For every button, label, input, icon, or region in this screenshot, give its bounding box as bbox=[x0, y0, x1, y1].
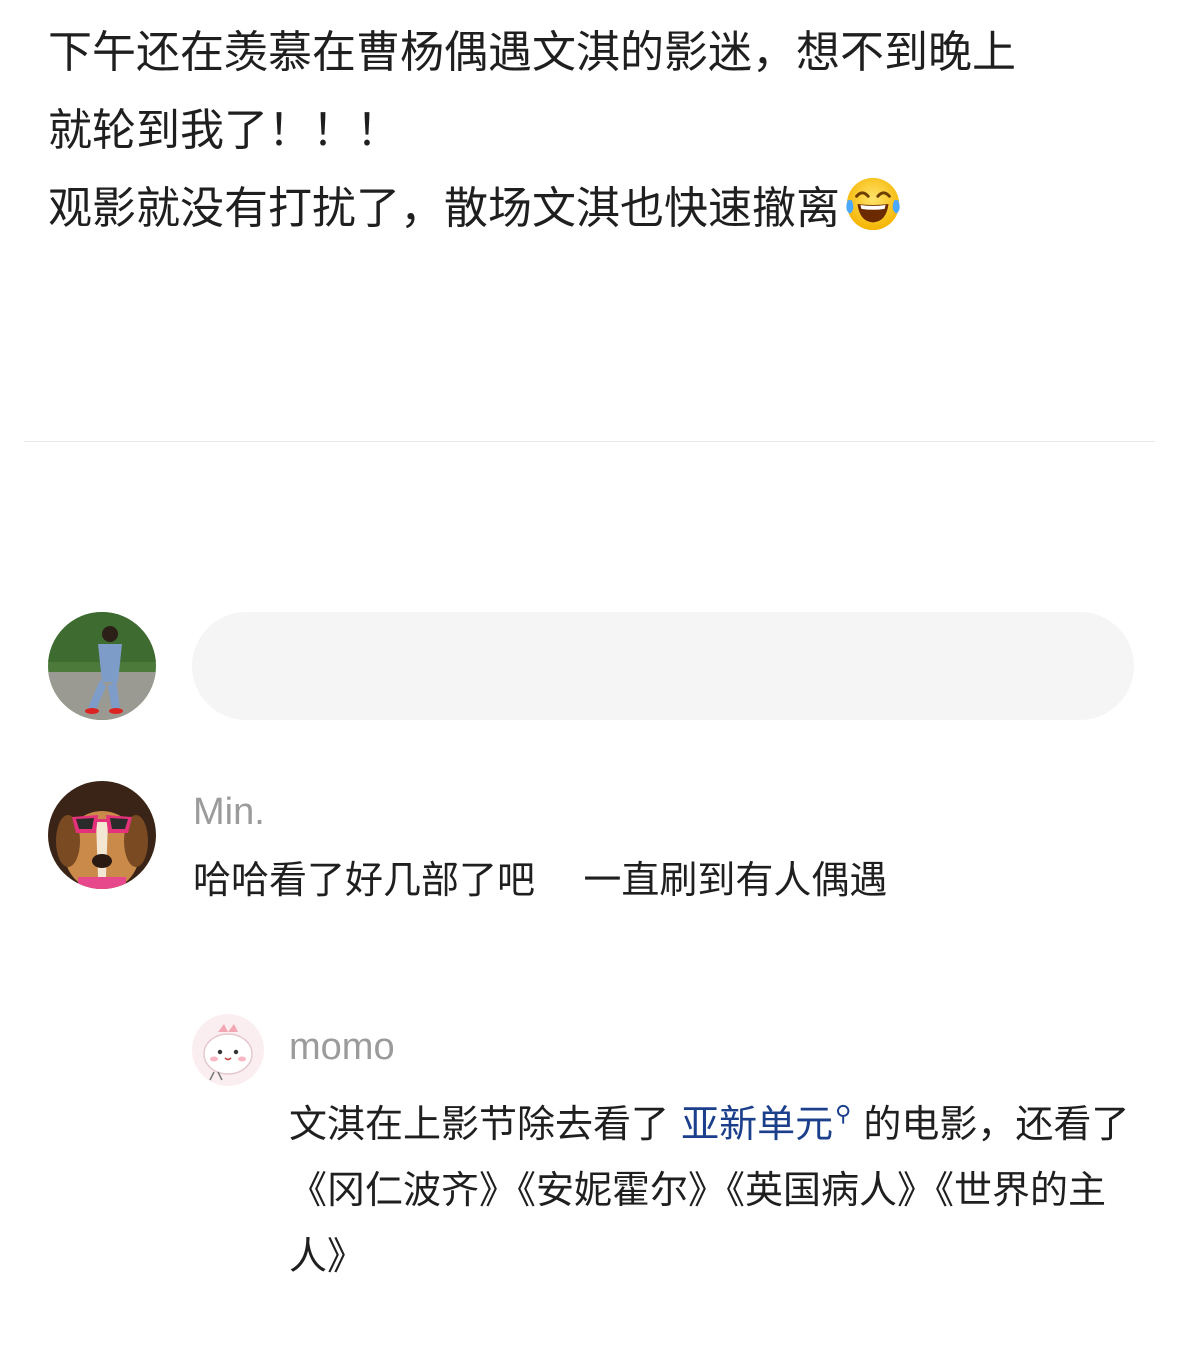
comment-input[interactable] bbox=[192, 612, 1134, 720]
post-text-line-3-text: 观影就没有打扰了，散场文淇也快速撤离 bbox=[48, 183, 840, 234]
post-text-line-2: 就轮到我了！！！ bbox=[48, 105, 400, 156]
topic-link-label: 亚新单元 bbox=[681, 1102, 834, 1146]
post-body: 下午还在羡慕在曹杨偶遇文淇的影迷，想不到晚上 就轮到我了！！！ 观影就没有打扰了… bbox=[48, 14, 1138, 248]
avatar-min[interactable] bbox=[48, 781, 156, 889]
reply-text-before: 文淇在上影节除去看了 bbox=[289, 1102, 682, 1146]
comment-author[interactable]: Min. bbox=[193, 786, 265, 838]
post-text-line-1: 下午还在羡慕在曹杨偶遇文淇的影迷，想不到晚上 bbox=[48, 27, 1016, 78]
search-icon: ⚲ bbox=[835, 1102, 852, 1127]
my-avatar[interactable] bbox=[48, 612, 156, 720]
topic-link[interactable]: 亚新单元⚲ bbox=[681, 1102, 851, 1146]
reply-author[interactable]: momo bbox=[289, 1021, 395, 1073]
face-with-tears-of-joy-icon bbox=[846, 177, 900, 231]
post-text-line-3: 观影就没有打扰了，散场文淇也快速撤离 bbox=[48, 170, 1138, 248]
avatar-momo[interactable] bbox=[192, 1014, 264, 1086]
divider bbox=[24, 441, 1155, 442]
reply-text: 文淇在上影节除去看了 亚新单元⚲ 的电影，还看了《冈仁波齐》《安妮霍尔》《英国病… bbox=[289, 1082, 1139, 1289]
comment-text: 哈哈看了好几部了吧 一直刷到有人偶遇 bbox=[193, 858, 888, 902]
